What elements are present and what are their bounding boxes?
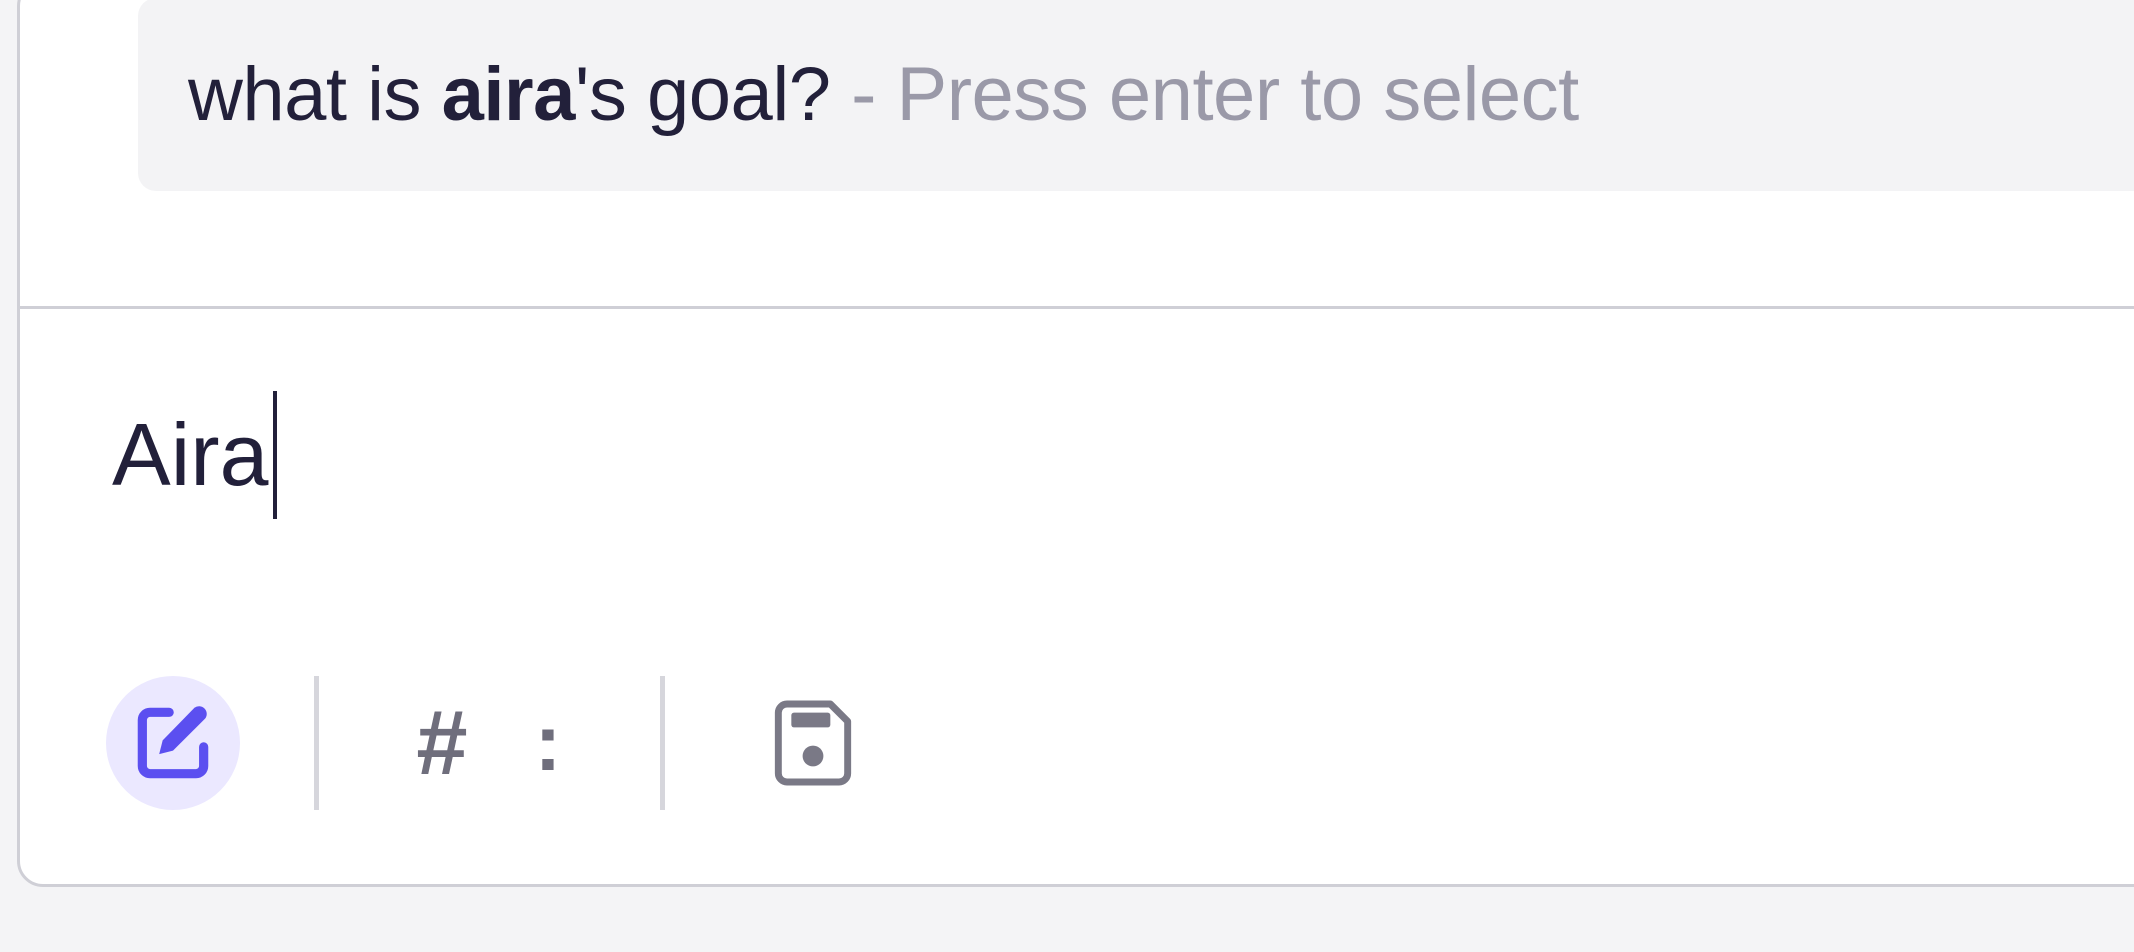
suggestion-hint: - Press enter to select [830,52,1579,137]
suggestion-prefix: what is [188,52,442,137]
suggestion-suffix: 's goal? [574,52,831,137]
edit-note-icon [137,706,209,779]
hashtag-button[interactable]: # [396,676,488,810]
save-button[interactable] [746,676,880,810]
toolbar-separator [660,676,665,810]
chat-panel: what is aira's goal? - Press enter to se… [17,0,2134,887]
hashtag-icon: # [416,691,468,794]
text-caret [272,391,277,519]
message-input[interactable]: Aira [112,391,277,519]
toolbar-separator [314,676,319,810]
suggestion-match: aira [441,52,576,137]
save-icon [774,700,852,786]
edit-mode-button[interactable] [106,676,240,810]
divider [20,306,2134,309]
colon-icon: : [534,698,562,787]
colon-button[interactable]: : [518,676,578,810]
message-input-text: Aira [112,405,269,504]
suggestion-item[interactable]: what is aira's goal? - Press enter to se… [138,0,2134,191]
